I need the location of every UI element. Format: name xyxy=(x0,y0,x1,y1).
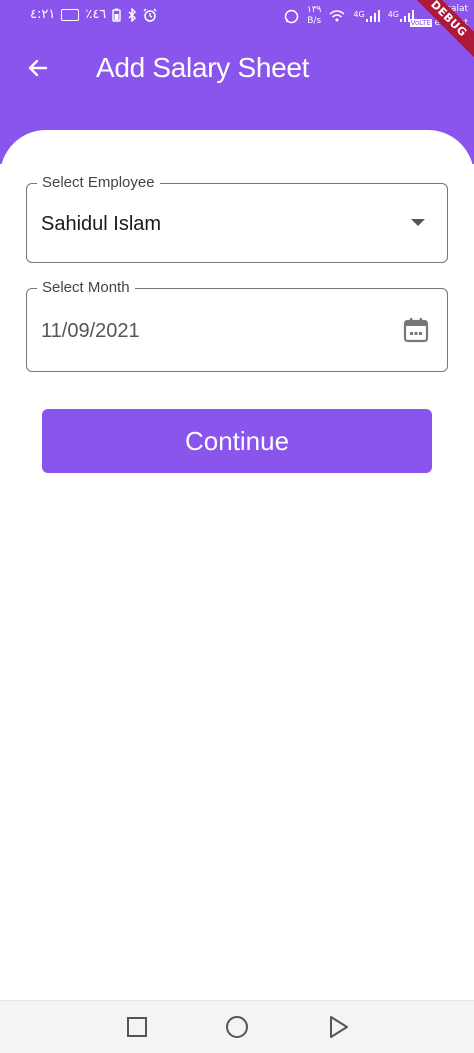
employee-dropdown[interactable]: Select Employee Sahidul Islam xyxy=(26,173,448,263)
triangle-play-icon[interactable] xyxy=(325,1014,351,1040)
status-right: ١٣٩ B/s 4G 4G xyxy=(284,5,414,27)
dropdown-arrow-icon[interactable] xyxy=(411,219,425,226)
month-value: 11/09/2021 xyxy=(41,320,140,342)
system-nav-bar xyxy=(0,1000,474,1053)
continue-button[interactable]: Continue xyxy=(42,409,432,473)
month-label: Select Month xyxy=(37,278,135,298)
wifi-icon xyxy=(329,10,345,22)
signal-1: 4G xyxy=(353,10,380,22)
back-button[interactable] xyxy=(20,50,56,86)
whatsapp-icon xyxy=(284,9,299,23)
employee-label: Select Employee xyxy=(37,173,160,193)
status-left: ٤:٢١ ٪٤٦ xyxy=(30,7,157,22)
battery-icon xyxy=(112,8,121,22)
screen-icon xyxy=(61,8,80,21)
bluetooth-icon xyxy=(128,7,137,22)
signal-bars-icon xyxy=(365,10,380,22)
net-speed-value: ١٣٩ xyxy=(306,5,322,15)
network-type-2: 4G xyxy=(387,10,399,19)
square-icon[interactable] xyxy=(124,1014,150,1040)
form-card: Select Employee Sahidul Islam Select Mon… xyxy=(0,130,474,1000)
volte-badge: VoLTE xyxy=(409,19,432,27)
month-picker[interactable]: Select Month 11/09/2021 xyxy=(26,278,448,372)
employee-value: Sahidul Islam xyxy=(41,213,162,235)
clock: ٤:٢١ xyxy=(30,7,56,22)
page-title: Add Salary Sheet xyxy=(96,52,310,83)
net-speed: ١٣٩ B/s xyxy=(307,5,322,27)
calendar-icon[interactable] xyxy=(403,316,429,344)
net-speed-unit: B/s xyxy=(307,16,322,26)
alarm-icon xyxy=(143,7,157,22)
battery-percent: ٪٤٦ xyxy=(85,7,107,22)
status-bar: ٤:٢١ ٪٤٦ ١٣٩ B/s 4G 4G VoLTE xyxy=(0,0,474,34)
network-type-1: 4G xyxy=(353,10,365,19)
arrow-left-icon xyxy=(28,59,48,77)
circle-icon[interactable] xyxy=(224,1014,250,1040)
